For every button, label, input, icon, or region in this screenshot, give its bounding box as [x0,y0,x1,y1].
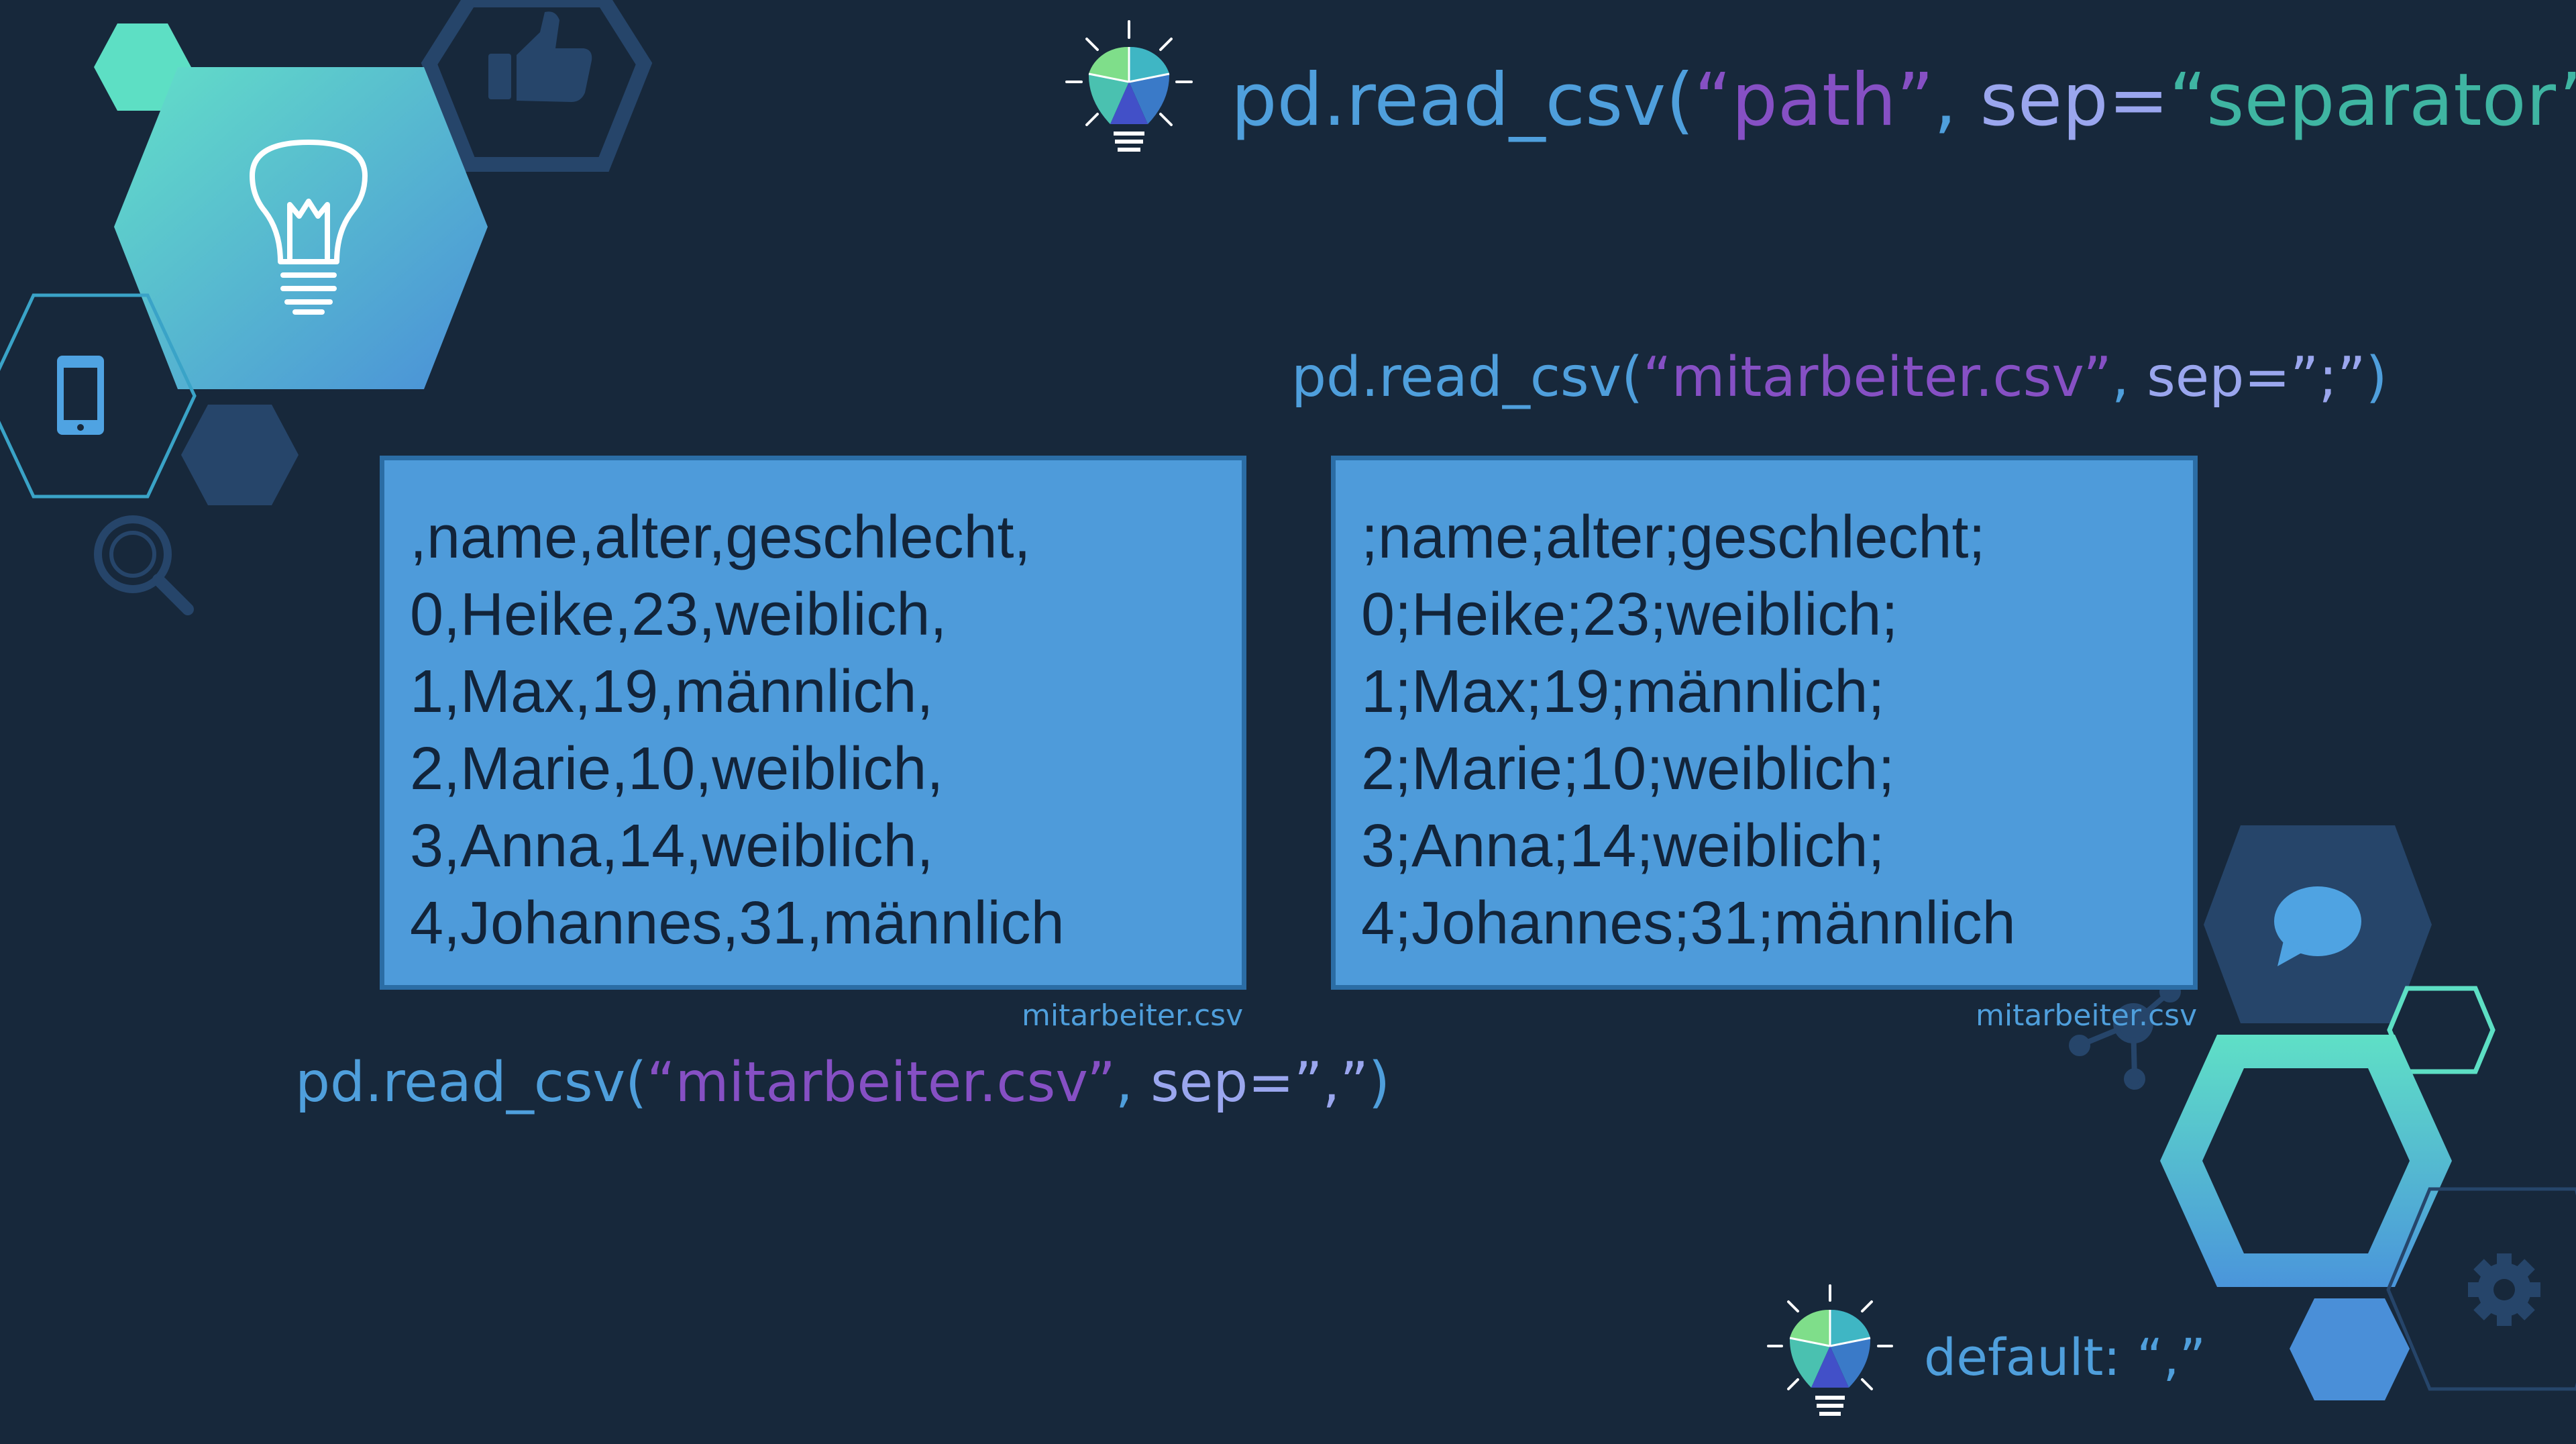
csv-line: 1;Max;19;männlich; [1361,658,1885,725]
colorful-lightbulb-icon [1065,20,1193,152]
gear-icon [2468,1253,2540,1326]
csv-line: ;name;alter;geschlecht; [1361,504,1986,571]
file-label-comma: mitarbeiter.csv [1022,998,1244,1033]
formula-close: ) [2365,346,2387,409]
formula-sep-value: “separator” [2169,58,2576,142]
formula-sep-key: sep= [1980,58,2169,142]
formula-file: “mitarbeiter.csv” [647,1051,1116,1115]
formula-function: pd.read_csv( [295,1051,647,1115]
colorful-lightbulb-icon [1767,1284,1893,1416]
csv-line: 3,Anna,14,weiblich, [410,813,934,880]
csv-line: 0;Heike;23;weiblich; [1361,581,1898,648]
csv-line: 2;Marie;10;weiblich; [1361,735,1895,803]
hexagon-small-blue [2290,1298,2410,1400]
formula-function: pd.read_csv( [1291,346,1644,409]
formula-sep-key: sep= [2147,346,2290,409]
csv-box-comma: ,name,alter,geschlecht, 0,Heike,23,weibl… [380,456,1246,990]
formula-function: pd.read_csv( [1231,58,1695,142]
csv-line: 1,Max,19,männlich, [410,658,934,725]
formula-sep-key: sep= [1150,1051,1294,1115]
hexagon-ring [2160,1035,2452,1287]
default-separator-note: default: “,” [1924,1327,2206,1387]
csv-line: 0,Heike,23,weiblich, [410,581,947,648]
main-formula: pd.read_csv(“path”, sep=“separator”) [1231,64,2576,137]
thumbs-up-icon [488,11,592,103]
formula-sep-value: ”;” [2290,346,2366,409]
hexagon-small-navy [181,405,299,505]
file-label-semicolon: mitarbeiter.csv [1976,998,2198,1033]
magnifier-icon [94,515,194,615]
smartphone-icon [57,356,104,435]
csv-line: 2,Marie,10,weiblich, [410,735,944,803]
comma-formula: pd.read_csv(“mitarbeiter.csv”, sep=”,”) [295,1055,1390,1111]
formula-comma: , [1933,58,1980,142]
semicolon-formula: pd.read_csv(“mitarbeiter.csv”, sep=”;”) [1291,350,2387,405]
csv-box-semicolon: ;name;alter;geschlecht; 0;Heike;23;weibl… [1331,456,2198,990]
csv-line: 3;Anna;14;weiblich; [1361,813,1885,880]
formula-sep-value: ”,” [1294,1051,1369,1115]
csv-line: 4;Johannes;31;männlich [1361,890,2016,957]
csv-line: ,name,alter,geschlecht, [410,504,1031,571]
formula-path: “path” [1694,58,1934,142]
formula-file: “mitarbeiter.csv” [1643,346,2112,409]
formula-close: ) [1368,1051,1391,1115]
formula-comma: , [2111,346,2147,409]
csv-line: 4,Johannes,31,männlich [410,890,1065,957]
formula-comma: , [1115,1051,1151,1115]
